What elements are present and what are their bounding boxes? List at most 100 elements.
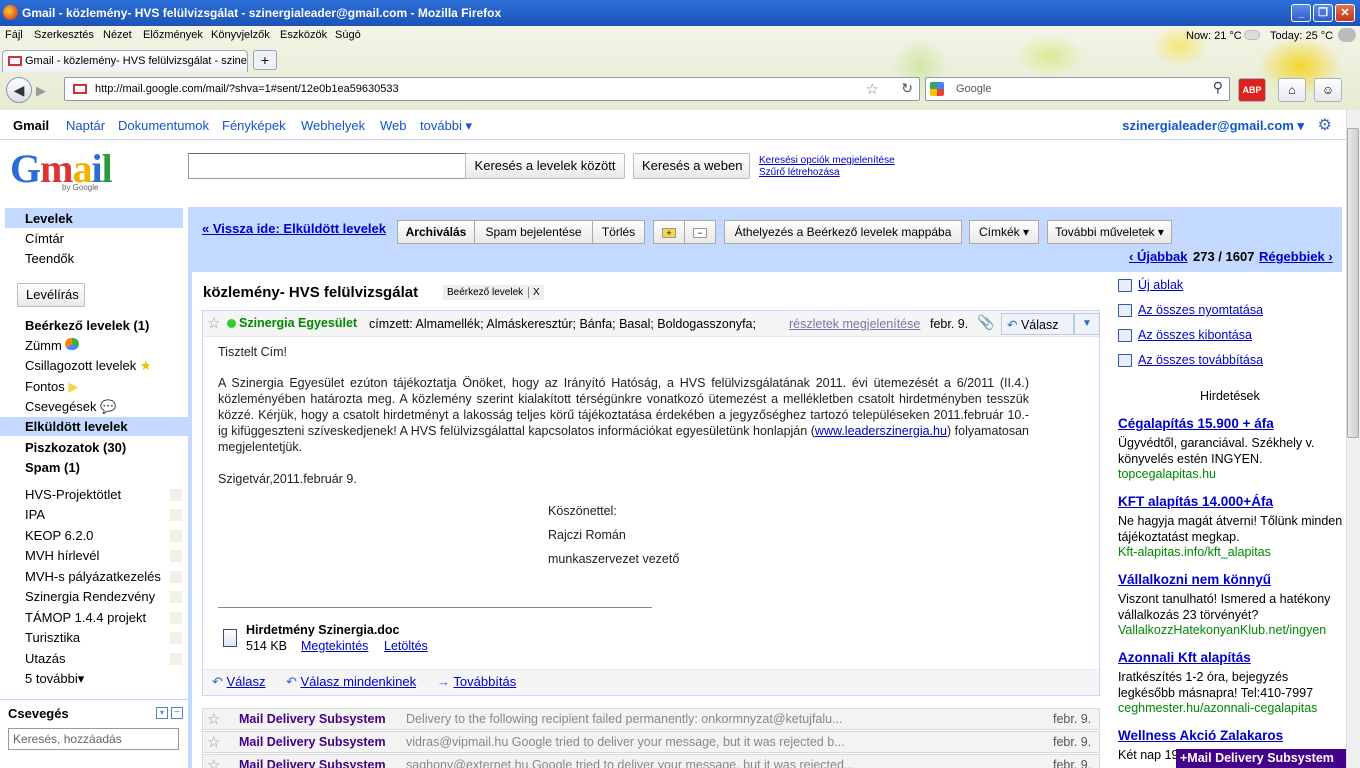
show-details-link[interactable]: részletek megjelenítése: [789, 317, 920, 331]
attachment-view-link[interactable]: Megtekintés: [301, 639, 368, 653]
nav-contacts[interactable]: Címtár: [25, 231, 64, 246]
website-link[interactable]: www.leaderszinergia.hu: [815, 424, 947, 438]
gbar-calendar[interactable]: Naptár: [66, 118, 105, 133]
ad-title[interactable]: Wellness Akció Zalakaros: [1118, 728, 1283, 743]
thread-row[interactable]: ☆ Mail Delivery Subsystem saghony@extern…: [202, 754, 1100, 768]
newer-link[interactable]: ‹ Újabbak: [1129, 249, 1188, 264]
url-bar[interactable]: http://mail.google.com/mail/?shva=1#sent…: [64, 77, 920, 101]
label-color-swatch[interactable]: [170, 489, 182, 501]
menu-history[interactable]: Előzmények: [143, 29, 203, 41]
label-color-swatch[interactable]: [170, 632, 182, 644]
smiley-icon[interactable]: ☺: [1314, 78, 1342, 102]
attachment-download-link[interactable]: Letöltés: [384, 639, 428, 653]
label-item[interactable]: Utazás: [25, 651, 65, 666]
menu-view[interactable]: Nézet: [103, 29, 132, 41]
star-icon[interactable]: ☆: [207, 733, 220, 751]
label-color-swatch[interactable]: [170, 653, 182, 665]
reply-all-link[interactable]: ↶ Válasz mindenkinek: [286, 674, 416, 690]
search-mail-button[interactable]: Keresés a levelek között: [465, 153, 625, 179]
ad-url[interactable]: VallalkozzHatekonyanKlub.net/ingyen: [1118, 623, 1326, 637]
back-to-sent-link[interactable]: « Vissza ide: Elküldött levelek: [202, 221, 386, 236]
menu-tools[interactable]: Eszközök: [280, 29, 327, 41]
star-icon[interactable]: ☆: [207, 710, 220, 728]
settings-gear-icon[interactable]: ⚙: [1318, 115, 1332, 135]
scrollbar-thumb[interactable]: [1347, 128, 1359, 438]
chat-search-input[interactable]: Keresés, hozzáadás: [8, 728, 179, 750]
star-icon[interactable]: ☆: [207, 756, 220, 768]
label-item[interactable]: MVH hírlevél: [25, 548, 99, 563]
folder-drafts[interactable]: Piszkozatok (30): [25, 440, 126, 455]
compose-button[interactable]: Levélírás: [17, 283, 85, 307]
star-icon[interactable]: ☆: [207, 314, 220, 332]
menu-bookmarks[interactable]: Könyvjelzők: [211, 29, 270, 41]
gbar-more[interactable]: további ▾: [420, 118, 472, 134]
folder-starred[interactable]: Csillagozott levelek ★: [25, 358, 152, 374]
label-color-swatch[interactable]: [170, 509, 182, 521]
chat-collapse-icon[interactable]: −: [171, 707, 183, 719]
folder-chats[interactable]: Csevegések 💬: [25, 399, 116, 415]
ad-url[interactable]: ceghmester.hu/azonnali-cegalapitas: [1118, 701, 1317, 715]
remove-label-x[interactable]: X: [527, 287, 540, 298]
ad-url[interactable]: Kft-alapitas.info/kft_alapitas: [1118, 545, 1271, 559]
label-item[interactable]: Szinergia Rendezvény: [25, 589, 155, 604]
minimize-button[interactable]: _: [1291, 4, 1311, 22]
create-filter-link[interactable]: Szűrő létrehozása: [759, 167, 840, 178]
label-item[interactable]: IPA: [25, 507, 45, 522]
sender-name[interactable]: Szinergia Egyesület: [239, 316, 357, 330]
account-menu[interactable]: szinergialeader@gmail.com ▾: [1122, 118, 1304, 134]
print-icon[interactable]: [1118, 304, 1132, 317]
gbar-docs[interactable]: Dokumentumok: [118, 118, 209, 133]
gbar-gmail[interactable]: Gmail: [13, 118, 49, 133]
thread-row[interactable]: ☆ Mail Delivery Subsystem vidras@vipmail…: [202, 731, 1100, 753]
ad-title[interactable]: KFT alapítás 14.000+Áfa: [1118, 494, 1273, 509]
gbar-photos[interactable]: Fényképek: [222, 118, 286, 133]
chat-options-icon[interactable]: ▾: [156, 707, 168, 719]
chat-popup-tab[interactable]: +Mail Delivery Subsystem: [1176, 749, 1346, 768]
new-tab-button[interactable]: +: [253, 50, 277, 70]
mark-important-button[interactable]: +: [653, 220, 685, 244]
label-item[interactable]: Turisztika: [25, 630, 80, 645]
folder-important[interactable]: Fontos ▶: [25, 379, 78, 395]
folder-spam[interactable]: Spam (1): [25, 460, 80, 475]
expand-all-link[interactable]: Az összes kibontása: [1138, 328, 1252, 342]
label-color-swatch[interactable]: [170, 550, 182, 562]
menu-file[interactable]: Fájl: [5, 29, 23, 41]
ad-title[interactable]: Azonnali Kft alapítás: [1118, 650, 1251, 665]
reply-link[interactable]: ↶ Válasz: [212, 674, 266, 690]
folder-sent[interactable]: Elküldött levelek: [25, 419, 128, 434]
folder-buzz[interactable]: Zümm: [25, 338, 80, 353]
forward-link[interactable]: → Továbbítás: [437, 674, 516, 689]
forward-all-icon[interactable]: [1118, 354, 1132, 367]
tab-gmail[interactable]: Gmail - közlemény- HVS felülvizsgálat - …: [2, 50, 248, 72]
label-color-swatch[interactable]: [170, 530, 182, 542]
magnifier-icon[interactable]: ⚲: [1213, 79, 1223, 96]
gmail-logo[interactable]: Gmail by Google: [10, 149, 113, 196]
mail-search-input[interactable]: [188, 153, 466, 179]
ad-url[interactable]: topcegalapitas.hu: [1118, 467, 1216, 481]
menu-edit[interactable]: Szerkesztés: [34, 29, 94, 41]
expand-icon[interactable]: [1118, 329, 1132, 342]
report-spam-button[interactable]: Spam bejelentése: [474, 220, 593, 244]
move-to-inbox-button[interactable]: Áthelyezés a Beérkező levelek mappába: [724, 220, 962, 244]
ad-title[interactable]: Vállalkozni nem könnyű: [1118, 572, 1271, 587]
new-window-icon[interactable]: [1118, 279, 1132, 292]
archive-button[interactable]: Archiválás: [397, 220, 475, 244]
more-labels-link[interactable]: 5 további▾: [25, 671, 84, 687]
ad-title[interactable]: Cégalapítás 15.900 + áfa: [1118, 416, 1274, 431]
label-color-swatch[interactable]: [170, 591, 182, 603]
chat-heading[interactable]: Csevegés: [8, 706, 69, 721]
reply-button[interactable]: ↶ Válasz: [1001, 313, 1074, 335]
thread-row[interactable]: ☆ Mail Delivery Subsystem Delivery to th…: [202, 708, 1100, 730]
nav-mail[interactable]: Levelek: [25, 211, 73, 226]
forward-all-link[interactable]: Az összes továbbítása: [1138, 353, 1263, 367]
label-color-swatch[interactable]: [170, 612, 182, 624]
search-web-button[interactable]: Keresés a weben: [633, 153, 750, 179]
labels-dropdown[interactable]: Címkék ▾: [969, 220, 1039, 244]
home-icon[interactable]: ⌂: [1278, 78, 1306, 102]
new-window-link[interactable]: Új ablak: [1138, 278, 1183, 292]
search-options-link[interactable]: Keresési opciók megjelenítése: [759, 155, 895, 166]
delete-button[interactable]: Törlés: [592, 220, 645, 244]
reply-options-dropdown[interactable]: ▼: [1074, 313, 1100, 335]
menu-help[interactable]: Súgó: [335, 29, 361, 41]
label-item[interactable]: KEOP 6.2.0: [25, 528, 93, 543]
